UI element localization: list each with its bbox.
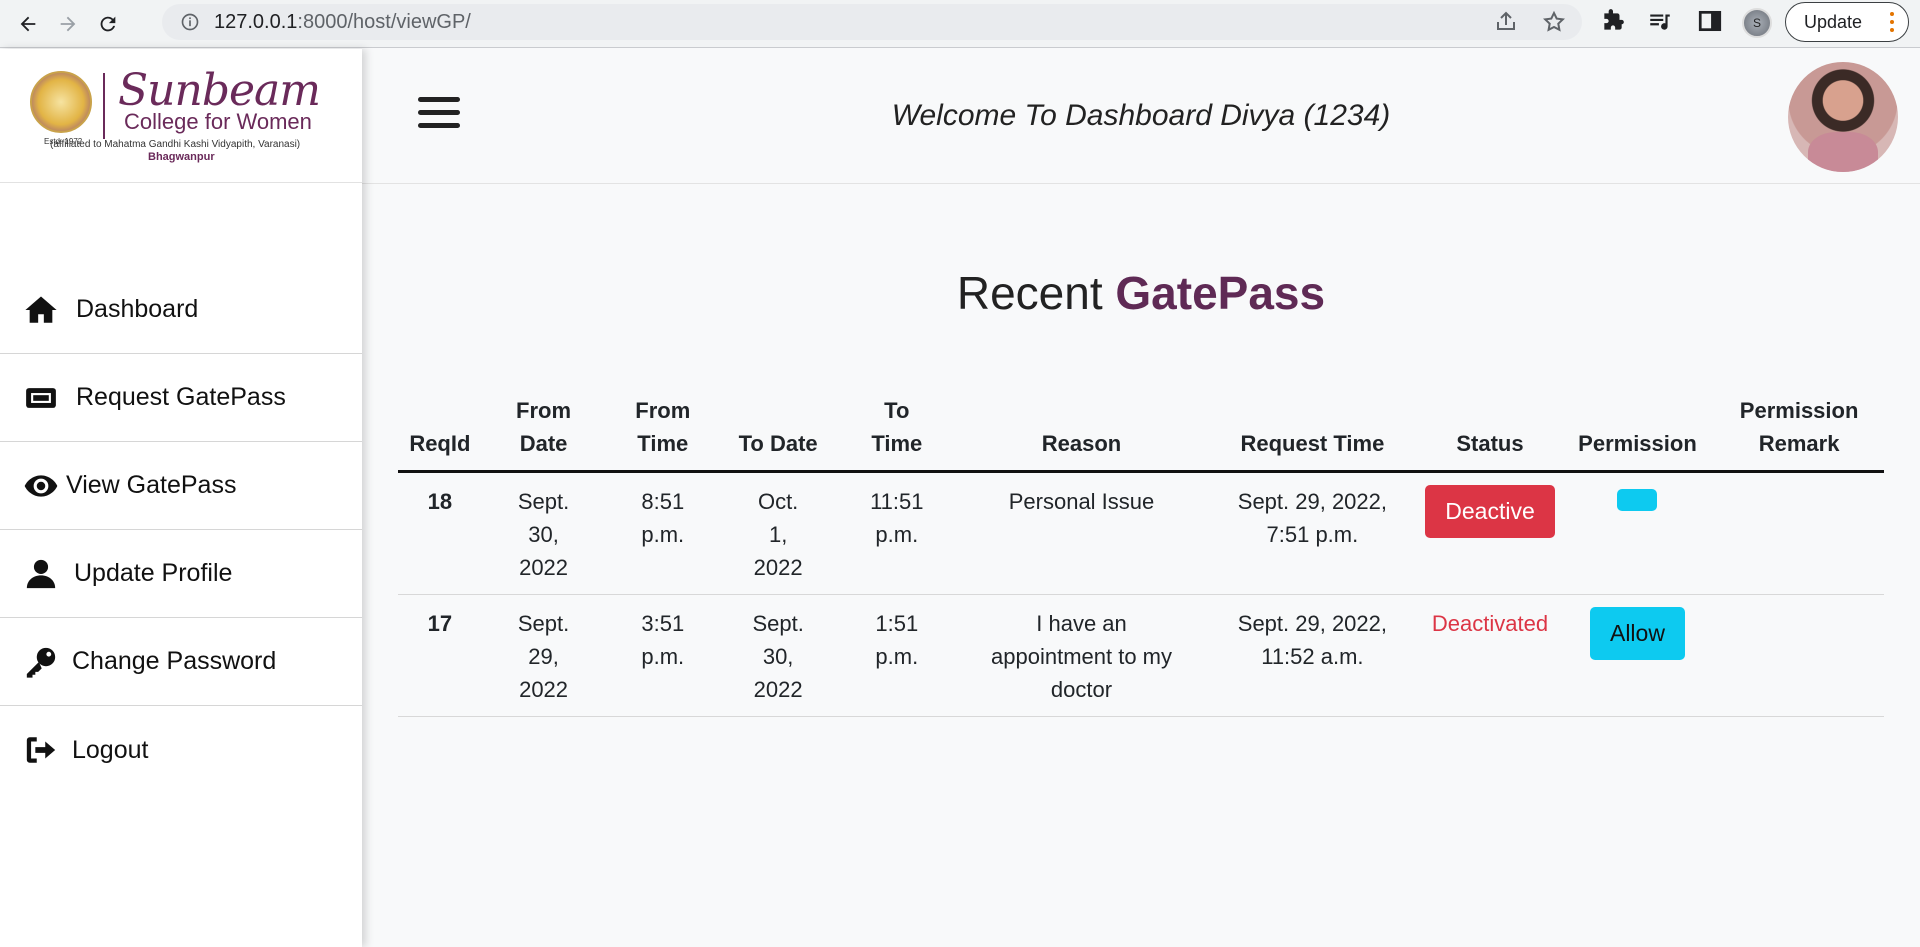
arrow-right-icon — [60, 16, 76, 31]
col-permission: Permission — [1560, 386, 1715, 473]
info-icon[interactable] — [180, 12, 200, 32]
main-content: Recent GatePass ReqId From Date From Tim… — [398, 184, 1884, 717]
cell-remark — [1714, 471, 1884, 595]
allow-button[interactable]: Allow — [1589, 607, 1685, 660]
update-button[interactable]: Update — [1785, 2, 1909, 42]
cell-permission — [1560, 471, 1715, 595]
url-path: :8000/host/viewGP/ — [297, 10, 471, 33]
col-to-date: To Date — [720, 386, 837, 473]
cell-request-time: Sept. 29, 2022, 11:52 a.m. — [1205, 594, 1420, 717]
cell-status: Deactivated — [1419, 594, 1561, 717]
reload-icon — [100, 16, 116, 31]
col-reqid: ReqId — [398, 386, 482, 473]
sidebar-item-label: Dashboard — [76, 295, 199, 323]
cell-to-time: 11:51 p.m. — [836, 471, 958, 595]
col-to-time: To Time — [836, 386, 958, 473]
col-from-date: From Date — [481, 386, 606, 473]
home-icon — [22, 293, 60, 327]
title-plain: Recent — [956, 267, 1103, 319]
sidebar: Estd. 1972 Sunbeam College for Women (af… — [0, 49, 362, 947]
cell-reqid: 17 — [398, 594, 482, 717]
sidebar-item-update-profile[interactable]: Update Profile — [0, 530, 362, 618]
update-label: Update — [1804, 11, 1863, 32]
table-header-row: ReqId From Date From Time To Date To Tim… — [398, 386, 1884, 473]
college-seal-icon — [30, 71, 92, 133]
url-host: 127.0.0.1 — [214, 10, 298, 33]
media-icon[interactable] — [1647, 8, 1673, 34]
col-permission-remark: Permission Remark — [1714, 386, 1884, 473]
cell-to-date: Oct. 1, 2022 — [720, 471, 837, 595]
cell-reason: I have an appointment to my doctor — [957, 594, 1206, 717]
side-panel-icon[interactable] — [1697, 8, 1723, 34]
status-text: Deactivated — [1431, 611, 1549, 636]
deactive-button[interactable]: Deactive — [1425, 485, 1555, 538]
logo-affiliation: (affiliated to Mahatma Gandhi Kashi Vidy… — [50, 139, 301, 150]
col-status: Status — [1419, 386, 1561, 473]
share-icon[interactable] — [1494, 10, 1518, 34]
cell-to-date: Sept. 30, 2022 — [720, 594, 837, 717]
user-icon — [22, 557, 60, 591]
cell-reqid: 18 — [398, 471, 482, 595]
sidebar-item-request-gatepass[interactable]: Request GatePass — [0, 354, 362, 442]
ticket-icon — [22, 381, 60, 415]
url-text: 127.0.0.1:8000/host/viewGP/ — [214, 11, 471, 34]
sidebar-item-dashboard[interactable]: Dashboard — [0, 266, 362, 354]
user-avatar[interactable] — [1788, 62, 1898, 172]
sidebar-item-label: Update Profile — [74, 559, 233, 587]
gatepass-table: ReqId From Date From Time To Date To Tim… — [398, 386, 1884, 717]
sidebar-item-change-password[interactable]: Change Password — [0, 618, 362, 706]
sidebar-item-label: View GatePass — [66, 471, 237, 499]
more-menu-icon[interactable] — [1890, 10, 1894, 34]
sidebar-menu: Dashboard Request GatePass View GatePass… — [0, 266, 362, 794]
address-bar[interactable]: 127.0.0.1:8000/host/viewGP/ — [162, 4, 1582, 40]
sidebar-item-label: Logout — [72, 735, 149, 764]
title-bold: GatePass — [1115, 267, 1326, 319]
col-request-time: Request Time — [1205, 386, 1420, 473]
cell-request-time: Sept. 29, 2022, 7:51 p.m. — [1205, 471, 1420, 595]
star-icon[interactable] — [1542, 10, 1566, 34]
cell-from-date: Sept. 29, 2022 — [481, 594, 606, 717]
cell-reason: Personal Issue — [957, 471, 1206, 595]
cell-status: Deactive — [1419, 471, 1561, 595]
top-header: Welcome To Dashboard Divya (1234) — [362, 49, 1920, 184]
permission-button[interactable] — [1617, 489, 1658, 511]
forward-button[interactable] — [48, 4, 88, 44]
welcome-message: Welcome To Dashboard Divya (1234) — [891, 99, 1391, 132]
eye-icon — [22, 469, 60, 503]
sidebar-item-label: Request GatePass — [76, 383, 286, 411]
logo-divider — [103, 73, 105, 139]
sidebar-item-label: Change Password — [72, 647, 277, 675]
college-logo[interactable]: Estd. 1972 Sunbeam College for Women (af… — [0, 49, 362, 183]
browser-toolbar: 127.0.0.1:8000/host/viewGP/ S Update — [0, 0, 1920, 48]
sidebar-item-view-gatepass[interactable]: View GatePass — [0, 442, 362, 530]
sidebar-item-logout[interactable]: Logout — [0, 706, 362, 794]
table-row: 18 Sept. 30, 2022 8:51 p.m. Oct. 1, 2022… — [398, 471, 1884, 595]
col-from-time: From Time — [605, 386, 721, 473]
cell-from-time: 8:51 p.m. — [605, 471, 721, 595]
logout-icon — [22, 733, 60, 767]
extensions-icon[interactable] — [1600, 8, 1626, 34]
cell-to-time: 1:51 p.m. — [836, 594, 958, 717]
key-icon — [22, 645, 60, 679]
cell-permission: Allow — [1560, 594, 1715, 717]
col-reason: Reason — [957, 386, 1206, 473]
page-title: Recent GatePass — [398, 266, 1884, 320]
profile-avatar[interactable]: S — [1742, 8, 1772, 38]
cell-from-time: 3:51 p.m. — [605, 594, 721, 717]
reload-button[interactable] — [88, 4, 128, 44]
arrow-left-icon — [20, 16, 36, 31]
back-button[interactable] — [8, 4, 48, 44]
logo-place: Bhagwanpur — [148, 151, 215, 163]
logo-subtitle: College for Women — [124, 109, 312, 134]
cell-from-date: Sept. 30, 2022 — [481, 471, 606, 595]
cell-remark — [1714, 594, 1884, 717]
table-row: 17 Sept. 29, 2022 3:51 p.m. Sept. 30, 20… — [398, 594, 1884, 717]
